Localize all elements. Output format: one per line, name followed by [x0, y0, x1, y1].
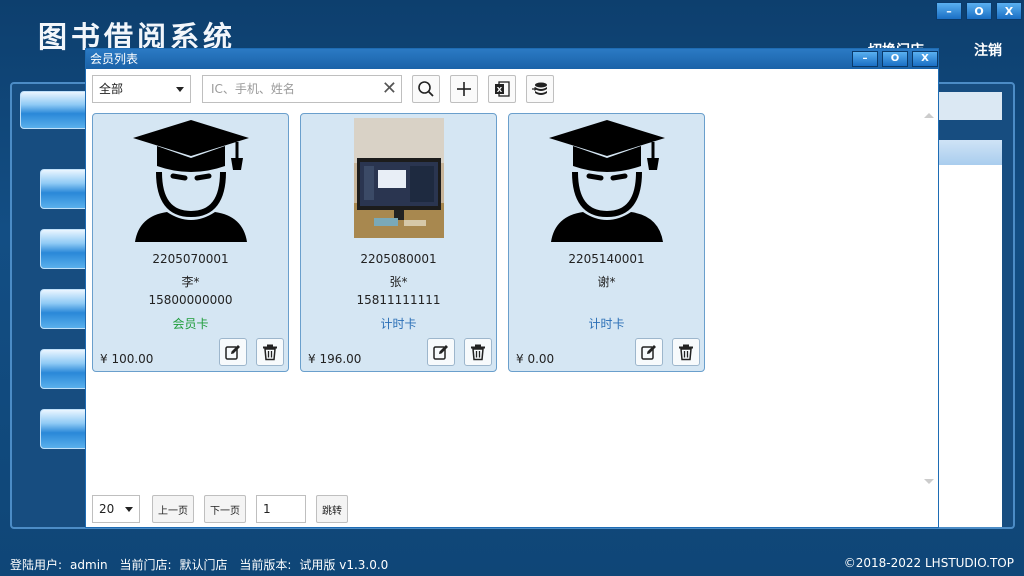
filter-select[interactable]: 全部 [92, 75, 191, 103]
search-box: ✕ [202, 75, 402, 103]
filter-select-value: 全部 [99, 82, 124, 96]
logout-link[interactable]: 注销 [974, 40, 1002, 60]
edit-icon [641, 345, 656, 360]
delete-member-button[interactable] [464, 338, 492, 366]
status-bar: 登陆用户: admin 当前门店: 默认门店 当前版本: 试用版 v1.3.0.0 [10, 556, 396, 573]
database-icon [532, 82, 547, 95]
member-name: 谢* [597, 275, 616, 289]
edit-member-button[interactable] [219, 338, 247, 366]
app-minimize-button[interactable]: – [936, 2, 962, 20]
store-label: 当前门店: [119, 558, 172, 572]
page-size-value: 20 [99, 502, 115, 516]
modal-restore-button[interactable]: O [882, 51, 908, 67]
pagination: 20 上一页 下一页 1 跳转 [92, 495, 932, 523]
member-card[interactable]: 2205140001 谢* 计时卡 ¥ 0.00 [508, 113, 705, 372]
trash-icon [679, 344, 693, 361]
jump-button[interactable]: 跳转 [316, 495, 348, 523]
prev-page-button[interactable]: 上一页 [152, 495, 194, 523]
store-value: 默认门店 [179, 558, 228, 572]
import-data-button[interactable] [526, 75, 554, 103]
export-excel-button[interactable]: X [488, 75, 516, 103]
search-icon [418, 81, 434, 97]
window-title: 会员列表 [90, 52, 139, 66]
delete-member-button[interactable] [672, 338, 700, 366]
page-number-input[interactable]: 1 [256, 495, 306, 523]
member-card-number: 2205070001 [152, 252, 229, 266]
trash-icon [263, 344, 277, 361]
member-card-number: 2205140001 [568, 252, 645, 266]
app-restore-button[interactable]: O [966, 2, 992, 20]
member-card-number: 2205080001 [360, 252, 437, 266]
modal-close-button[interactable]: X [912, 51, 938, 67]
member-photo [354, 118, 444, 242]
background-table-body [938, 165, 1002, 527]
version-label: 当前版本: [239, 558, 292, 572]
version-value: 试用版 v1.3.0.0 [299, 558, 389, 572]
svg-text:X: X [497, 86, 503, 94]
member-card-grid: 2205070001 李* 15800000000 会员卡 ¥ 100.00 22050… [92, 113, 922, 483]
search-input[interactable] [203, 76, 373, 102]
next-page-button[interactable]: 下一页 [204, 495, 246, 523]
chevron-down-icon [176, 87, 184, 92]
member-card[interactable]: 2205070001 李* 15800000000 会员卡 ¥ 100.00 [92, 113, 289, 372]
member-balance: ¥ 100.00 [100, 352, 154, 366]
copyright: ©2018-2022 LHSTUDIO.TOP [843, 556, 1014, 570]
user-label: 登陆用户: [10, 558, 63, 572]
member-balance: ¥ 196.00 [308, 352, 362, 366]
add-icon [457, 82, 471, 96]
member-list-titlebar[interactable]: 会员列表 – O X [86, 49, 938, 69]
chevron-down-icon [125, 507, 133, 512]
background-table-header [938, 140, 1002, 165]
edit-member-button[interactable] [427, 338, 455, 366]
trash-icon [471, 344, 485, 361]
member-phone: 15811111111 [356, 293, 441, 307]
search-button[interactable] [412, 75, 440, 103]
member-card-type: 计时卡 [588, 317, 625, 331]
app-close-button[interactable]: X [996, 2, 1022, 20]
graduate-avatar-icon [543, 118, 671, 242]
modal-minimize-button[interactable]: – [852, 51, 878, 67]
member-phone: 15800000000 [148, 293, 233, 307]
excel-icon: X [495, 81, 510, 97]
member-balance: ¥ 0.00 [516, 352, 555, 366]
page-size-select[interactable]: 20 [92, 495, 140, 523]
member-card[interactable]: 2205080001 张* 15811111111 计时卡 ¥ 196.00 [300, 113, 497, 372]
edit-member-button[interactable] [635, 338, 663, 366]
member-list-window: 会员列表 – O X 全部 ✕ X 2205070001李*1580000 [85, 48, 939, 528]
graduate-avatar-icon [127, 118, 255, 242]
member-card-type: 计时卡 [380, 317, 417, 331]
background-header-bar [938, 92, 1002, 120]
add-member-button[interactable] [450, 75, 478, 103]
clear-icon[interactable]: ✕ [382, 78, 397, 100]
scroll-up-icon[interactable] [924, 113, 934, 118]
member-card-type: 会员卡 [172, 317, 209, 331]
user-value: admin [70, 558, 108, 572]
member-name: 李* [181, 275, 200, 289]
edit-icon [225, 345, 240, 360]
edit-icon [433, 345, 448, 360]
member-name: 张* [389, 275, 408, 289]
delete-member-button[interactable] [256, 338, 284, 366]
toolbar: 全部 ✕ X [92, 75, 932, 103]
scroll-down-icon[interactable] [924, 479, 934, 484]
